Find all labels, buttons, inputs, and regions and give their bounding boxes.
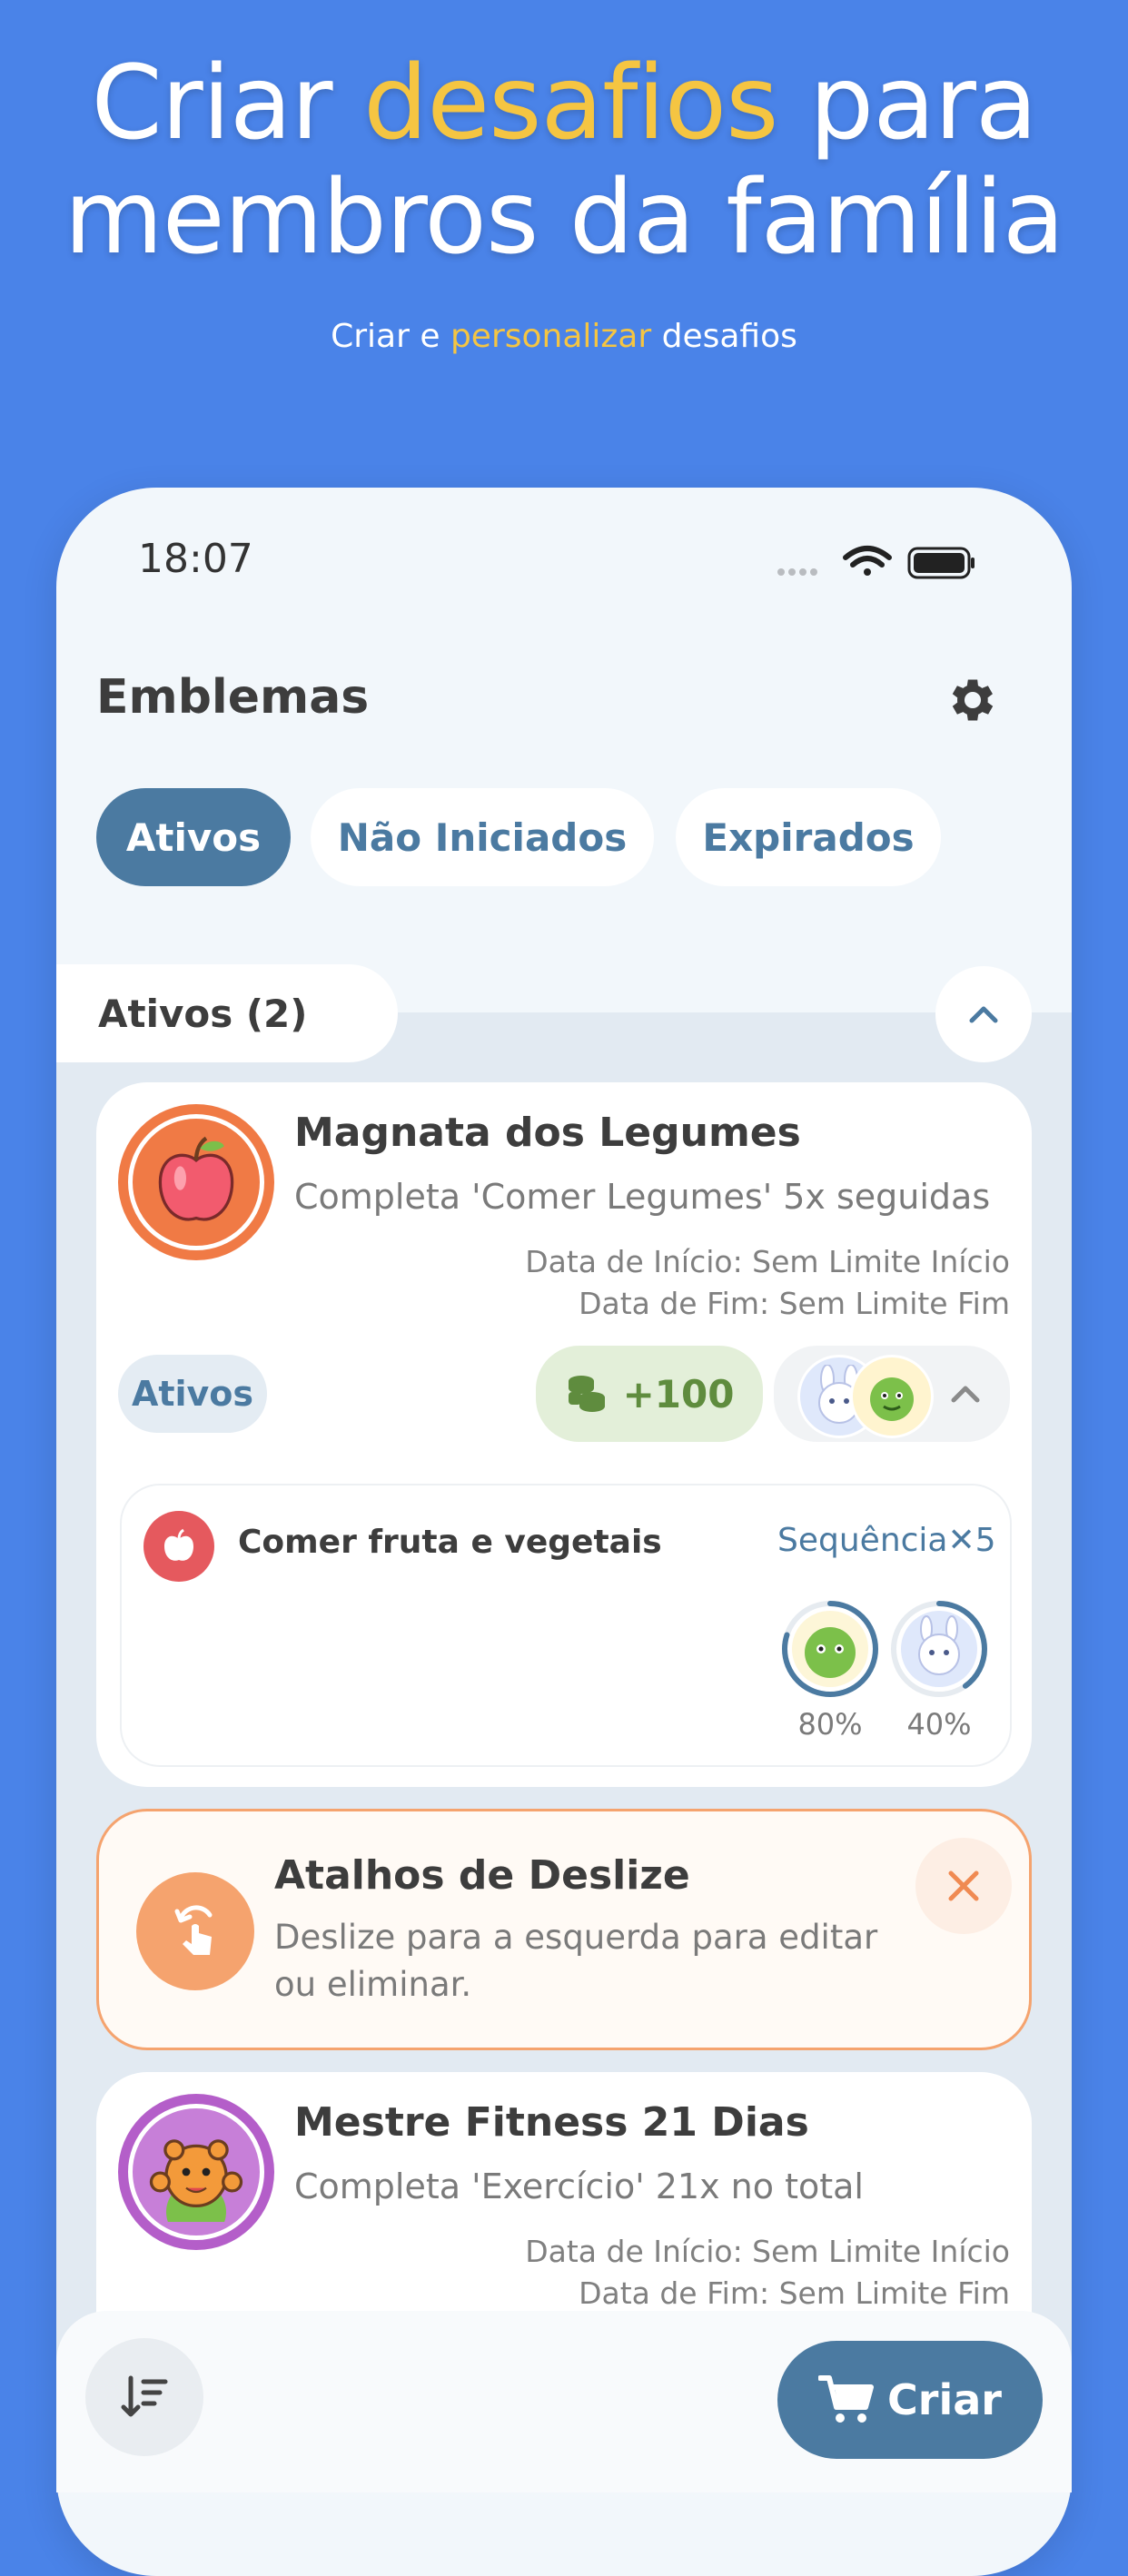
tiger-badge-icon — [118, 2094, 274, 2250]
page-title: Emblemas — [96, 670, 370, 725]
progress-label: 40% — [906, 1707, 972, 1742]
create-label: Criar — [887, 2375, 1002, 2424]
hero-subtitle-part: desafios — [651, 318, 797, 355]
challenge-title: Magnata dos Legumes — [294, 1110, 801, 1156]
hero-title-part: Criar — [91, 44, 364, 163]
dino-icon — [870, 1377, 914, 1421]
tab-nao-iniciados[interactable]: Não Iniciados — [311, 788, 654, 886]
battery-icon — [907, 547, 975, 579]
status-time: 18:07 — [138, 536, 253, 582]
close-tip-button[interactable] — [915, 1838, 1012, 1934]
hero-subtitle: Criar e personalizar desafios — [0, 318, 1128, 355]
apple-icon — [158, 1136, 234, 1221]
challenge-description: Completa 'Exercício' 21x no total — [294, 2166, 864, 2206]
start-date: Data de Início: Sem Limite Início — [525, 2234, 1010, 2269]
participant-progress: 80% — [779, 1598, 883, 1743]
tip-title: Atalhos de Deslize — [274, 1852, 690, 1899]
wifi-icon — [843, 546, 892, 576]
signal-icon — [777, 568, 817, 576]
hero-subtitle-accent: personalizar — [450, 318, 652, 355]
challenge-dates: Data de Início: Sem Limite Início Data d… — [454, 1244, 1010, 1335]
collapse-section-button[interactable] — [935, 966, 1032, 1062]
sort-button[interactable] — [85, 2338, 203, 2456]
progress-ring — [782, 1601, 878, 1697]
tip-text-line1: Deslize para a esquerda para editar — [274, 1918, 878, 1957]
create-button[interactable]: Criar — [777, 2341, 1043, 2459]
challenge-title: Mestre Fitness 21 Dias — [294, 2099, 809, 2146]
section-header: Ativos (2) — [56, 964, 398, 1062]
hero-title: Criar desafios para — [0, 47, 1128, 160]
cart-icon — [818, 2375, 875, 2423]
apple-small-icon — [164, 1528, 193, 1561]
gear-icon-svg — [952, 679, 994, 721]
end-date: Data de Fim: Sem Limite Fim — [579, 2275, 1010, 2311]
tiger-icon — [149, 2139, 243, 2222]
hero-title-part: para — [777, 44, 1037, 163]
status-badge: Ativos — [118, 1355, 267, 1433]
hero-subtitle-part: Criar e — [331, 318, 450, 355]
badge-inner — [128, 2104, 264, 2240]
close-icon — [948, 1870, 979, 1901]
tab-expirados[interactable]: Expirados — [676, 788, 941, 886]
task-streak: Sequência✕5 — [777, 1522, 996, 1559]
progress-label: 80% — [797, 1707, 863, 1742]
challenge-description: Completa 'Comer Legumes' 5x seguidas — [294, 1177, 991, 1217]
status-icons — [777, 545, 976, 585]
chevron-up-icon — [951, 1386, 980, 1403]
coins-icon — [568, 1376, 605, 1412]
dino-avatar — [850, 1355, 934, 1438]
reward-pill: +100 — [536, 1346, 763, 1442]
gear-icon[interactable] — [945, 672, 1001, 732]
hand-swipe-icon — [174, 1905, 213, 1955]
progress-ring — [891, 1601, 987, 1697]
end-date: Data de Fim: Sem Limite Fim — [579, 1286, 1010, 1321]
apple-badge-icon — [118, 1104, 274, 1260]
tip-text-line2: ou eliminar. — [274, 1965, 472, 2004]
fruit-icon — [143, 1511, 214, 1582]
hero-title-line2: membros da família — [64, 159, 1065, 277]
task-name: Comer fruta e vegetais — [238, 1524, 662, 1561]
status-icons-svg — [777, 546, 975, 579]
participants-pill[interactable] — [774, 1346, 1010, 1442]
start-date: Data de Início: Sem Limite Início — [525, 1244, 1010, 1279]
sort-icon — [121, 2375, 168, 2417]
chevron-up-icon — [969, 1006, 998, 1023]
tab-ativos[interactable]: Ativos — [96, 788, 291, 886]
swipe-icon — [136, 1872, 254, 1990]
participant-progress: 40% — [888, 1598, 992, 1743]
hero-title-accent: desafios — [363, 44, 778, 163]
badge-inner — [128, 1114, 264, 1250]
reward-amount: +100 — [622, 1371, 735, 1416]
